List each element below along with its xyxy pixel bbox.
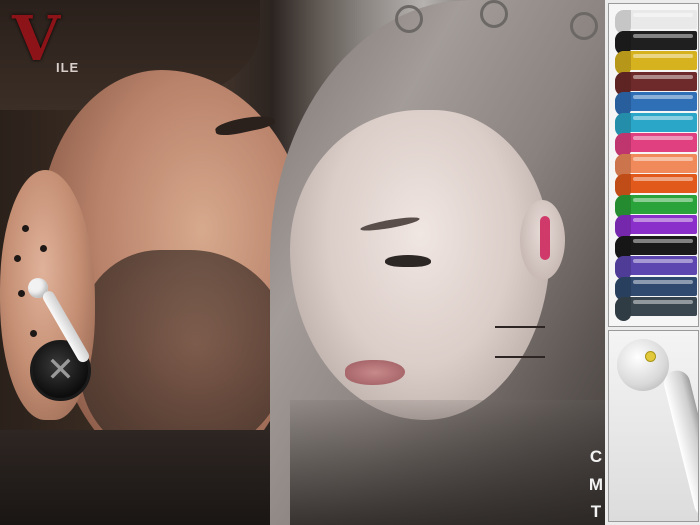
- ear-piercing: [22, 225, 29, 232]
- earbud-closeup-head: [617, 339, 669, 391]
- color-swatch: [615, 235, 697, 255]
- color-swatch: [615, 71, 697, 91]
- color-swatch: [615, 174, 697, 193]
- color-swatch: [615, 92, 697, 111]
- color-swatch: [615, 215, 697, 234]
- ear-piercing: [30, 330, 37, 337]
- earbud-closeup-stem: [661, 367, 698, 520]
- color-swatch: [615, 30, 697, 50]
- color-swatch: [615, 10, 697, 29]
- color-swatch: [615, 112, 697, 132]
- woman-eye: [385, 255, 431, 267]
- ear-piercing: [14, 255, 21, 262]
- earbud-color-swatches: [608, 3, 699, 327]
- ear-piercing: [40, 245, 47, 252]
- earbud-sensor-dot: [645, 351, 656, 362]
- corner-letter: T: [590, 502, 602, 521]
- choker-necklace: [495, 326, 545, 358]
- hair-ring: [480, 0, 508, 28]
- corner-letter: C: [589, 447, 603, 466]
- color-swatch: [615, 133, 697, 152]
- color-swatch: [615, 194, 697, 214]
- color-swatch-panel: [605, 0, 700, 525]
- color-swatch: [615, 276, 697, 296]
- hair-ring: [570, 12, 598, 40]
- earbud-pink: [540, 216, 550, 260]
- color-swatch: [615, 256, 697, 275]
- brand-logo: V ILE: [12, 8, 92, 80]
- woman-shoulder: [290, 400, 610, 525]
- logo-letter: V: [12, 2, 61, 75]
- earbud-detail-view: [608, 330, 699, 522]
- ear-piercing: [18, 290, 25, 297]
- logo-text: ILE: [56, 60, 80, 75]
- color-swatch: [615, 153, 697, 173]
- color-swatch: [615, 51, 697, 70]
- product-ad-image: ✕ V ILE C M T: [0, 0, 700, 525]
- hair-ring: [395, 5, 423, 33]
- color-swatch: [615, 297, 697, 316]
- corner-letter: M: [588, 475, 604, 494]
